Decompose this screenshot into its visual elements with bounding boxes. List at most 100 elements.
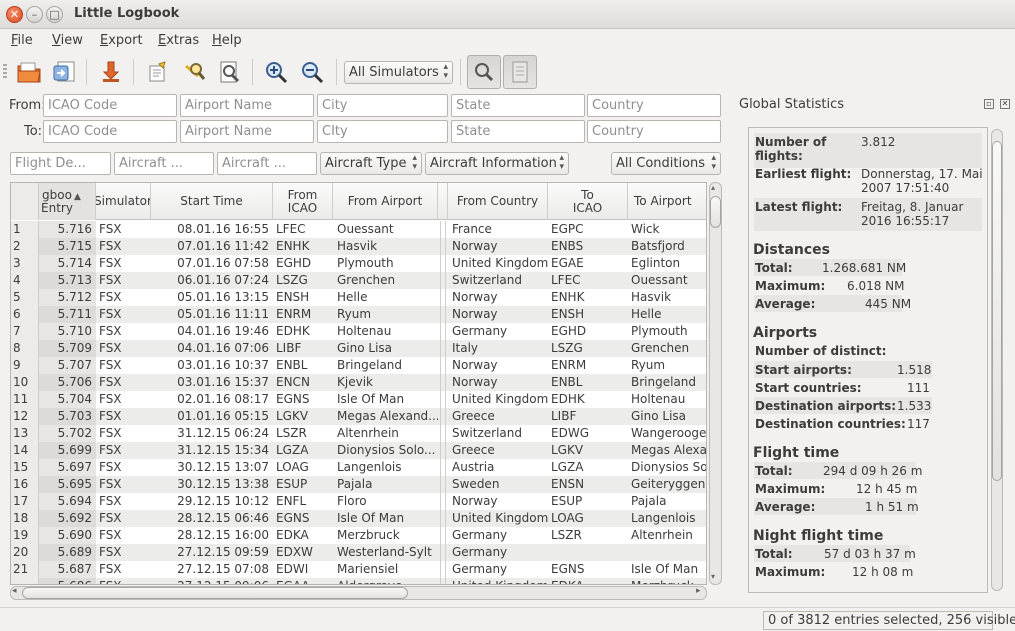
from-country-cell: Germany <box>452 545 508 559</box>
from-country-cell: Austria <box>452 460 495 474</box>
preview-icon[interactable] <box>215 57 245 87</box>
to-icao-input[interactable]: ICAO Code <box>43 120 177 143</box>
row-number-cell: 9 <box>11 357 39 374</box>
to-icao-cell: ENSN <box>551 477 585 491</box>
close-window-button[interactable]: ✕ <box>6 6 23 23</box>
from-icao-input[interactable]: ICAO Code <box>43 94 177 117</box>
table-row[interactable]: 17 5.694 FSX 29.12.15 10:12 ENFL Floro Norway E… <box>11 493 706 510</box>
zoom-out-icon[interactable] <box>298 57 328 87</box>
column-divider <box>440 527 446 544</box>
table-row[interactable]: 6 5.711 FSX 05.01.16 11:11 ENRM Ryum Norway ENS… <box>11 306 706 323</box>
entry-cell: 5.710 <box>39 323 96 340</box>
conditions-select[interactable]: All Conditions ▴ ▾ <box>611 152 721 175</box>
menu-export[interactable]: Export <box>100 33 143 48</box>
table-row[interactable]: 12 5.703 FSX 01.01.16 05:15 LGKV Megas Alexan… <box>11 408 706 425</box>
from-country-input[interactable]: Country <box>587 94 721 117</box>
table-row[interactable]: 2 5.715 FSX 07.01.16 11:42 ENHK Hasvik Norway E… <box>11 238 706 255</box>
from-country-cell: Norway <box>452 290 498 304</box>
table-horizontal-scrollbar[interactable]: ◂ ▸ <box>10 586 707 600</box>
menu-help[interactable]: Help <box>212 33 242 48</box>
column-header-from-airport[interactable]: From Airport <box>333 183 438 220</box>
from-icao-cell: EGAA <box>273 578 333 584</box>
table-row[interactable]: 5 5.712 FSX 05.01.16 13:15 ENSH Helle Norway EN… <box>11 289 706 306</box>
float-panel-icon[interactable]: ▫ <box>984 99 994 109</box>
statistics-panel-toggle[interactable] <box>503 55 537 89</box>
column-header-start-time[interactable]: Start Time <box>151 183 273 220</box>
zoom-in-icon[interactable] <box>262 57 292 87</box>
simulator-cell: FSX <box>99 443 122 457</box>
table-row[interactable]: 3 5.714 FSX 07.01.16 07:58 EGHD Plymouth Unite… <box>11 255 706 272</box>
table-row[interactable]: 19 5.690 FSX 28.12.15 16:00 EDKA Merzbruck Ger… <box>11 527 706 544</box>
scroll-right-icon[interactable]: ▸ <box>696 586 701 596</box>
import-icon[interactable] <box>49 57 79 87</box>
menu-extras[interactable]: Extras <box>158 33 199 48</box>
column-divider <box>440 323 446 340</box>
close-panel-icon[interactable]: ✕ <box>1000 99 1010 109</box>
table-row[interactable]: 18 5.692 FSX 28.12.15 06:46 EGNS Isle Of Man U… <box>11 510 706 527</box>
menu-view[interactable]: View <box>52 33 83 48</box>
entry-cell: 5.694 <box>39 493 96 510</box>
flight-description-input[interactable]: Flight De... <box>10 152 111 175</box>
destination-airports-label: Destination airports: <box>755 399 897 413</box>
from-state-input[interactable]: State <box>451 94 585 117</box>
column-header-simulator[interactable]: Simulator <box>96 183 151 220</box>
export-icon[interactable] <box>97 57 127 87</box>
table-vertical-scrollbar[interactable]: ▴ ▾ <box>709 182 722 585</box>
column-header-hidden[interactable] <box>438 183 448 220</box>
start-time-cell: 30.12.15 13:07 <box>177 460 269 474</box>
table-row[interactable]: 7 5.710 FSX 04.01.16 19:46 EDHK Holtenau Germa… <box>11 323 706 340</box>
edit-entry-icon[interactable] <box>143 57 173 87</box>
simulator-select[interactable]: All Simulators ▴ ▾ <box>344 61 453 84</box>
column-header-from-icao[interactable]: From ICAO <box>273 183 333 220</box>
distance-average-value: 445 NM <box>865 297 912 311</box>
column-header-to-airport[interactable]: To Airport <box>628 183 706 220</box>
aircraft-input-1[interactable]: Aircraft ... <box>114 152 214 175</box>
aircraft-input-2[interactable]: Aircraft ... <box>217 152 317 175</box>
table-row[interactable]: 21 5.687 FSX 27.12.15 07:08 EDWI Mariensiel Ge… <box>11 561 706 578</box>
to-airport-cell: Eglinton <box>631 256 681 270</box>
table-row[interactable]: 9 5.707 FSX 03.01.16 10:37 ENBL Bringeland Nor… <box>11 357 706 374</box>
table-row[interactable]: 20 5.689 FSX 27.12.15 09:59 EDXW Westerland-S… <box>11 544 706 561</box>
scroll-up-icon[interactable]: ▴ <box>711 183 715 192</box>
table-row[interactable]: 15 5.697 FSX 30.12.15 13:07 LOAG Langenlois Au… <box>11 459 706 476</box>
column-header-logbook-entry[interactable]: gboo Entry <box>39 183 96 220</box>
statistics-scrollbar[interactable] <box>991 129 1003 591</box>
table-row[interactable]: 4 5.713 FSX 06.01.16 07:24 LSZG Grenchen Switz… <box>11 272 706 289</box>
column-header-to-icao[interactable]: To ICAO <box>548 183 628 220</box>
table-row[interactable]: 8 5.709 FSX 04.01.16 07:06 LIBF Gino Lisa Ital… <box>11 340 706 357</box>
logbook-table[interactable]: gboo Entry Simulator Start Time From ICA… <box>10 182 707 585</box>
to-state-input[interactable]: State <box>451 120 585 143</box>
scroll-left-icon[interactable]: ◂ <box>12 586 17 596</box>
table-row[interactable]: 11 5.704 FSX 02.01.16 08:17 EGNS Isle Of Man U… <box>11 391 706 408</box>
table-row[interactable]: 13 5.702 FSX 31.12.15 06:24 LSZR Altenrhein Sw… <box>11 425 706 442</box>
menu-file[interactable]: File <box>11 33 33 48</box>
search-entries-icon[interactable] <box>180 57 210 87</box>
scroll-down-icon[interactable]: ▾ <box>711 572 715 581</box>
from-icao-cell: ENFL <box>276 494 307 508</box>
to-country-input[interactable]: Country <box>587 120 721 143</box>
table-row[interactable]: 10 5.706 FSX 03.01.16 15:37 ENCN Kjevik Norway… <box>11 374 706 391</box>
from-country-cell: Sweden <box>452 477 500 491</box>
search-filter-toggle[interactable] <box>467 55 501 89</box>
table-row[interactable]: 1 5.716 FSX 08.01.16 16:55 LFEC Ouessant Franc… <box>11 221 706 238</box>
row-number-cell: 4 <box>11 272 39 289</box>
minimize-window-button[interactable]: – <box>26 6 43 23</box>
toolbar-grip[interactable] <box>3 64 7 80</box>
from-airport-name-input[interactable]: Airport Name <box>180 94 314 117</box>
open-folder-icon[interactable] <box>14 57 44 87</box>
maximize-window-button[interactable]: □ <box>46 6 63 23</box>
aircraft-information-select[interactable]: Aircraft Information ▴ ▾ <box>425 152 569 175</box>
from-city-input[interactable]: City <box>317 94 448 117</box>
to-airport-name-input[interactable]: Airport Name <box>180 120 314 143</box>
table-row[interactable]: 5.686FSX27.12.15 09:06EGAAAldergrove Unit… <box>11 578 706 584</box>
to-airport-cell: Grenchen <box>631 341 690 355</box>
column-header-from-country[interactable]: From Country <box>448 183 548 220</box>
scrollbar-thumb[interactable] <box>22 587 408 599</box>
scrollbar-thumb[interactable] <box>710 196 721 228</box>
table-row[interactable]: 14 5.699 FSX 31.12.15 15:34 LGZA Dionysios So… <box>11 442 706 459</box>
table-row[interactable]: 16 5.695 FSX 30.12.15 13:38 ESUP Pajala Sweden… <box>11 476 706 493</box>
simulator-cell: FSX <box>99 392 122 406</box>
scrollbar-thumb[interactable] <box>992 141 1002 481</box>
to-city-input[interactable]: CIty <box>317 120 448 143</box>
aircraft-type-select[interactable]: Aircraft Type ▴ ▾ <box>320 152 422 175</box>
